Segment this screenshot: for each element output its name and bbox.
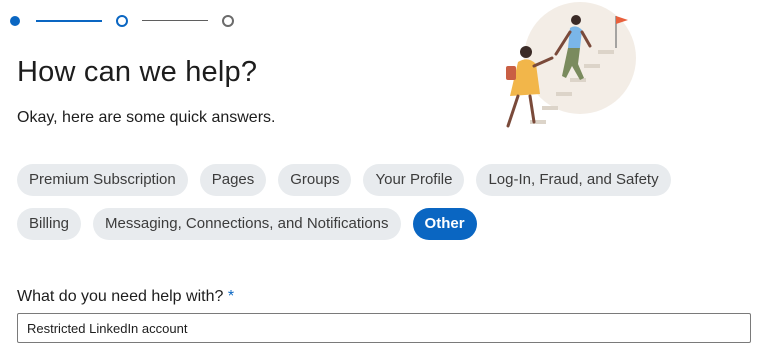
- two-people-climbing-stairs-illustration: [506, 2, 636, 128]
- step-2-indicator: [116, 15, 128, 27]
- page-title: How can we help?: [17, 56, 258, 88]
- chip-groups[interactable]: Groups: [278, 164, 352, 196]
- chip-other[interactable]: Other: [412, 208, 477, 240]
- chip-pages[interactable]: Pages: [199, 164, 267, 196]
- page-subtitle: Okay, here are some quick answers.: [17, 109, 276, 126]
- step-connector-pending: [142, 20, 208, 21]
- chip-login-fraud-safety[interactable]: Log-In, Fraud, and Safety: [476, 164, 671, 196]
- chip-row-2: Billing Messaging, Connections, and Noti…: [17, 208, 757, 240]
- step-connector-complete: [36, 20, 102, 22]
- step-1-indicator: [10, 16, 20, 26]
- required-marker: *: [227, 288, 235, 305]
- chip-your-profile[interactable]: Your Profile: [363, 164, 465, 196]
- topic-chips: Premium Subscription Pages Groups Your P…: [17, 164, 757, 252]
- progress-stepper: [0, 0, 260, 44]
- help-topic-label: What do you need help with? *: [17, 288, 234, 306]
- chip-row-1: Premium Subscription Pages Groups Your P…: [17, 164, 757, 196]
- chip-billing[interactable]: Billing: [17, 208, 82, 240]
- chip-premium-subscription[interactable]: Premium Subscription: [17, 164, 188, 196]
- help-topic-label-text: What do you need help with?: [17, 288, 224, 305]
- chip-messaging-connections-notifications[interactable]: Messaging, Connections, and Notification…: [93, 208, 401, 240]
- help-topic-input[interactable]: [17, 313, 751, 343]
- step-3-indicator: [222, 15, 234, 27]
